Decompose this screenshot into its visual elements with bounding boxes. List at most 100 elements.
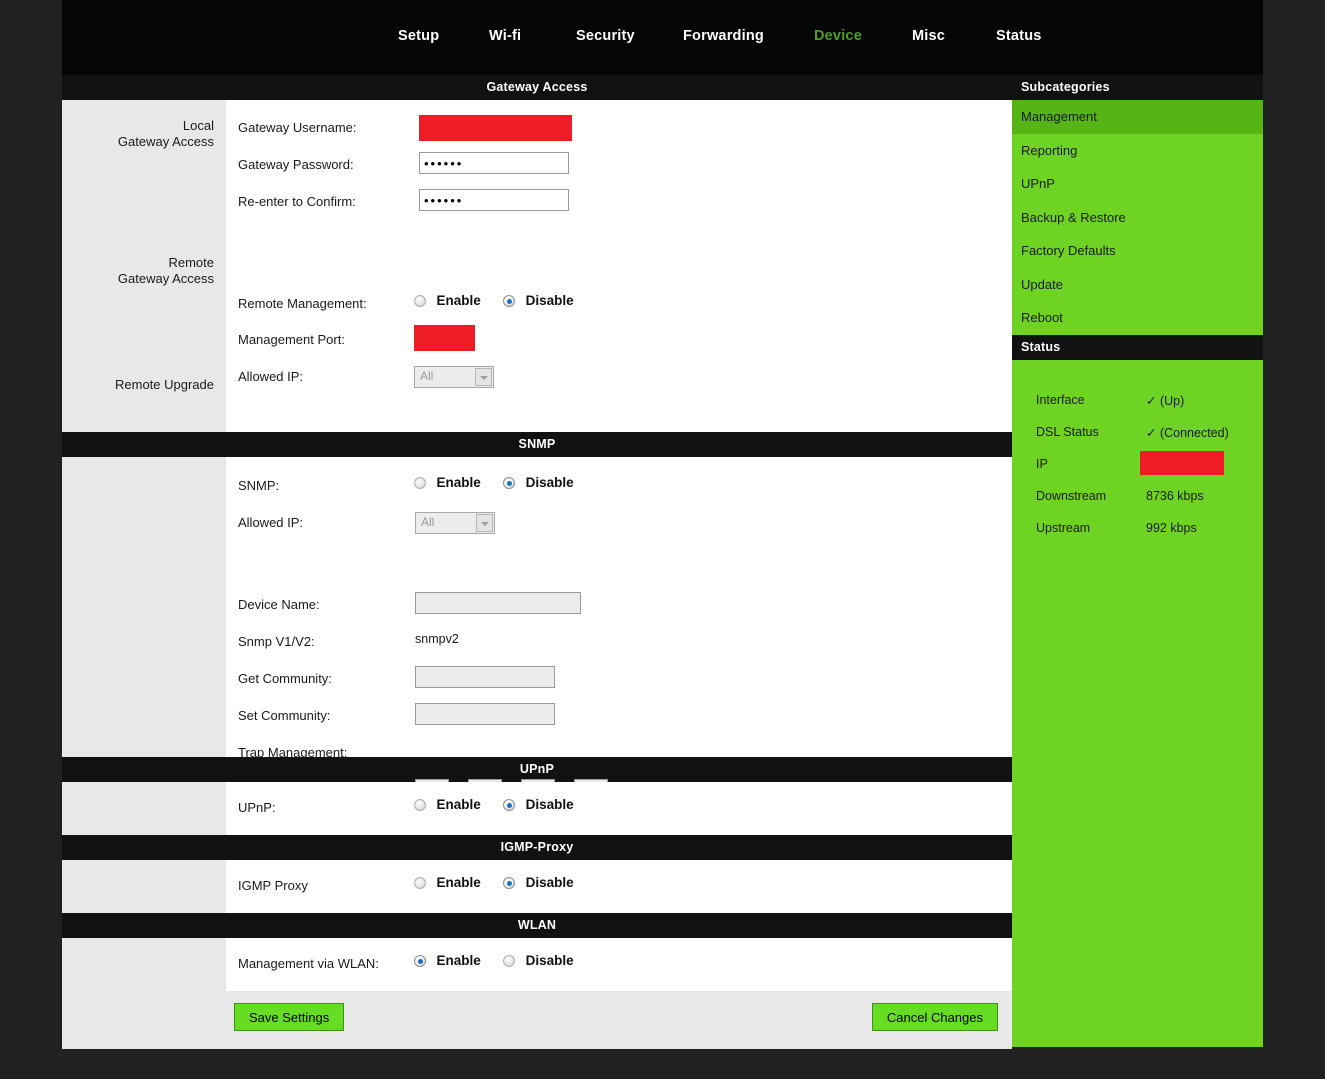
chevron-down-icon[interactable] (475, 368, 492, 386)
radio-icon (503, 477, 516, 489)
status-label-ip: IP (1036, 456, 1048, 471)
section-body-snmp: SNMP: Enable Disable Allowed IP: All Dev… (62, 457, 1012, 799)
remote-management-radio-group: Enable Disable (414, 288, 592, 310)
nav-tab-status[interactable]: Status (996, 28, 1042, 44)
sidebar-item-reboot[interactable]: Reboot (1012, 301, 1263, 335)
gateway-password-input[interactable] (419, 152, 569, 174)
management-via-wlan-disable-radio[interactable]: Disable (503, 952, 574, 970)
status-panel-spacer (1012, 360, 1263, 386)
right-sidebar: Subcategories Management Reporting UPnP Bac… (1012, 75, 1263, 1047)
sidebar-item-upnp[interactable]: UPnP (1012, 167, 1263, 201)
main-content-panel: Gateway Access Local Gateway Access Remo… (62, 75, 1012, 1049)
set-community-field[interactable] (415, 703, 555, 725)
section-header-gateway-access: Gateway Access (62, 75, 1012, 100)
redaction-gateway-username (419, 115, 572, 141)
label-gateway-password: Gateway Password: (238, 157, 354, 172)
nav-tab-setup[interactable]: Setup (398, 28, 439, 44)
upnp-enable-radio[interactable]: Enable (414, 796, 481, 814)
cancel-changes-button[interactable]: Cancel Changes (871, 1003, 998, 1031)
status-row-interface: Interface ✓ (Up) (1012, 386, 1263, 418)
label-management-port: Management Port: (238, 332, 345, 347)
allowed-ip-snmp-select[interactable]: All (415, 512, 495, 534)
upnp-disable-radio[interactable]: Disable (503, 796, 574, 814)
row-igmp-proxy-toggle: IGMP Proxy Enable Disable (226, 870, 1012, 903)
remote-management-enable-radio[interactable]: Enable (414, 292, 481, 310)
reenter-confirm-field[interactable] (419, 189, 569, 211)
nav-tab-security[interactable]: Security (576, 28, 635, 44)
section-header-igmp-proxy: IGMP-Proxy (62, 835, 1012, 860)
device-name-input[interactable] (415, 592, 581, 614)
sidebar-item-management[interactable]: Management (1012, 100, 1263, 134)
row-get-community: Get Community: (226, 663, 1012, 696)
status-panel: Interface ✓ (Up) DSL Status ✓ (Connected) IP… (1012, 359, 1263, 1047)
nav-item-list: Setup Wi-fi Security Forwarding Device Misc St… (62, 28, 1263, 50)
sidebar-item-update[interactable]: Update (1012, 267, 1263, 301)
igmp-proxy-disable-radio[interactable]: Disable (503, 874, 574, 892)
label-snmp-v1v2: Snmp V1/V2: (238, 634, 315, 649)
status-row-upstream: Upstream 992 kbps (1012, 514, 1263, 546)
sidebar-header-status: Status (1012, 334, 1263, 360)
status-value-upstream: 992 kbps (1146, 520, 1197, 535)
fields-snmp: SNMP: Enable Disable Allowed IP: All Dev… (226, 457, 1012, 799)
status-row-ip: IP (1012, 450, 1263, 482)
redaction-management-port (414, 325, 475, 351)
router-admin-page: Setup Wi-fi Security Forwarding Device Misc St… (0, 0, 1325, 1079)
status-label-upstream: Upstream (1036, 520, 1091, 535)
row-device-name: Device Name: (226, 589, 1012, 622)
snmp-enable-radio[interactable]: Enable (414, 474, 481, 492)
nav-tab-wi-fi[interactable]: Wi-fi (489, 28, 521, 44)
status-value-dsl-status: ✓ (Connected) (1146, 425, 1229, 440)
sidebar-header-subcategories: Subcategories (1012, 75, 1263, 100)
sidebar-item-backup-restore[interactable]: Backup & Restore (1012, 200, 1263, 234)
igmp-proxy-enable-radio[interactable]: Enable (414, 874, 481, 892)
radio-icon (414, 799, 426, 811)
allowed-ip-remote-select[interactable]: All (414, 366, 494, 388)
label-device-name: Device Name: (238, 597, 320, 612)
row-management-via-wlan: Management via WLAN: Enable Disable (226, 948, 1012, 981)
label-reenter-confirm: Re-enter to Confirm: (238, 194, 356, 209)
sidebar-item-reporting[interactable]: Reporting (1012, 133, 1263, 167)
redaction-status-ip (1140, 450, 1224, 475)
nav-tab-misc[interactable]: Misc (912, 28, 945, 44)
section-body-wlan: Management via WLAN: Enable Disable (62, 938, 1012, 991)
management-via-wlan-enable-radio[interactable]: Enable (414, 952, 481, 970)
gateway-username-field[interactable] (419, 115, 572, 146)
nav-tab-forwarding[interactable]: Forwarding (683, 28, 764, 44)
sidebar-item-factory-defaults[interactable]: Factory Defaults (1012, 234, 1263, 268)
save-settings-button[interactable]: Save Settings (234, 1003, 345, 1031)
status-value-interface: ✓ (Up) (1146, 393, 1185, 408)
button-bar: Save Settings Cancel Changes (62, 991, 1012, 1049)
radio-icon (503, 877, 516, 889)
gutter-label-remote-upgrade: Remote Upgrade (115, 377, 214, 392)
radio-icon (414, 477, 426, 489)
row-trap-management: Trap Management: (226, 737, 1012, 770)
device-name-field[interactable] (415, 592, 581, 614)
snmp-disable-radio[interactable]: Disable (503, 474, 574, 492)
status-row-downstream: Downstream 8736 kbps (1012, 482, 1263, 514)
chevron-down-icon[interactable] (476, 514, 493, 532)
upnp-radio-group: Enable Disable (414, 792, 592, 814)
snmp-v1v2-value-wrap: snmpv2 (415, 626, 459, 648)
radio-icon (414, 877, 426, 889)
remote-management-disable-radio[interactable]: Disable (503, 292, 574, 310)
gateway-password-field[interactable] (419, 152, 569, 174)
row-allowed-ip-remote: Allowed IP: All (226, 361, 1012, 394)
fields-upnp: UPnP: Enable Disable (226, 782, 1012, 835)
fields-igmp-proxy: IGMP Proxy Enable Disable (226, 860, 1012, 913)
get-community-input[interactable] (415, 666, 555, 688)
label-trap-management: Trap Management: (238, 745, 348, 760)
row-snmp-v1v2: Snmp V1/V2: snmpv2 (226, 626, 1012, 659)
label-set-community: Set Community: (238, 708, 331, 723)
row-reenter-confirm: Re-enter to Confirm: (226, 186, 1012, 219)
igmp-proxy-radio-group: Enable Disable (414, 870, 592, 892)
management-port-field[interactable] (414, 325, 475, 356)
nav-tab-device[interactable]: Device (814, 28, 862, 44)
gutter-snmp (62, 457, 226, 757)
top-navigation-bar: Setup Wi-fi Security Forwarding Device Misc St… (62, 0, 1263, 75)
label-upnp: UPnP: (238, 800, 276, 815)
gutter-label-remote-gateway-access: Remote Gateway Access (117, 255, 214, 286)
set-community-input[interactable] (415, 703, 555, 725)
section-body-igmp-proxy: IGMP Proxy Enable Disable (62, 860, 1012, 913)
reenter-confirm-input[interactable] (419, 189, 569, 211)
get-community-field[interactable] (415, 666, 555, 688)
